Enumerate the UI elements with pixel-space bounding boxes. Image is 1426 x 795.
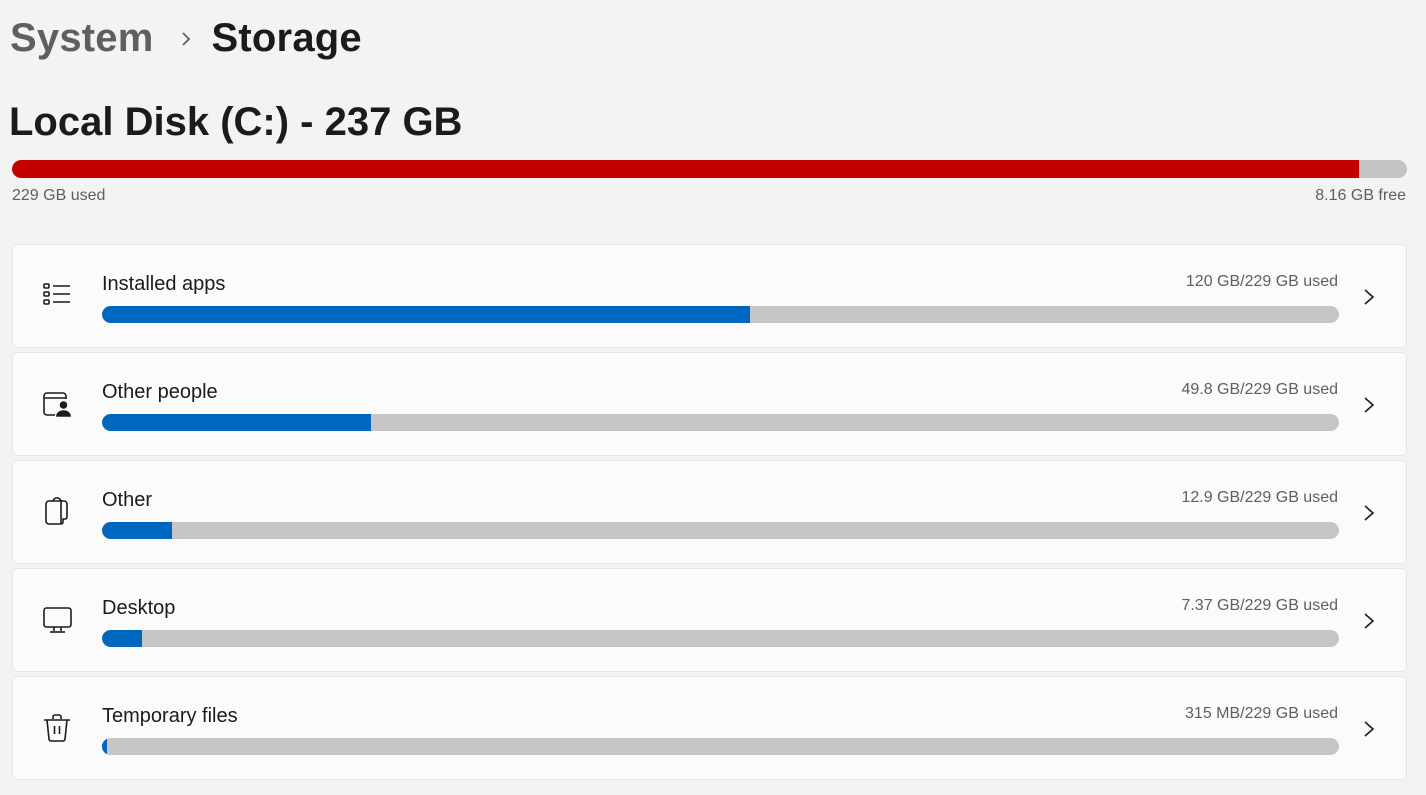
category-other-people[interactable]: Other people 49.8 GB/229 GB used bbox=[12, 352, 1407, 456]
chevron-right-icon bbox=[180, 30, 192, 48]
category-usage: 49.8 GB/229 GB used bbox=[1181, 381, 1338, 398]
category-usage-bar bbox=[102, 522, 1339, 539]
disk-title: Local Disk (C:) - 237 GB bbox=[9, 100, 463, 144]
category-usage-fill bbox=[102, 522, 172, 539]
other-people-icon bbox=[41, 388, 73, 420]
chevron-right-icon bbox=[1362, 719, 1376, 739]
desktop-icon bbox=[41, 604, 73, 636]
category-usage: 315 MB/229 GB used bbox=[1185, 705, 1338, 722]
category-temporary-files[interactable]: Temporary files 315 MB/229 GB used bbox=[12, 676, 1407, 780]
apps-list-icon bbox=[41, 280, 73, 312]
chevron-right-icon bbox=[1362, 395, 1376, 415]
category-usage-bar bbox=[102, 738, 1339, 755]
category-usage-fill bbox=[102, 738, 107, 755]
category-usage-fill bbox=[102, 414, 372, 431]
chevron-right-icon bbox=[1362, 503, 1376, 523]
category-other[interactable]: Other 12.9 GB/229 GB used bbox=[12, 460, 1407, 564]
page-title: Storage bbox=[211, 16, 362, 60]
category-usage-bar bbox=[102, 306, 1339, 323]
disk-used-label: 229 GB used bbox=[12, 187, 106, 204]
disk-usage-bar bbox=[12, 160, 1407, 178]
category-label: Other bbox=[102, 489, 153, 511]
breadcrumb: System Storage bbox=[10, 16, 362, 61]
category-label: Installed apps bbox=[102, 273, 226, 295]
category-usage: 12.9 GB/229 GB used bbox=[1181, 489, 1338, 506]
breadcrumb-system[interactable]: System bbox=[10, 16, 154, 61]
storage-categories: Installed apps 120 GB/229 GB used Other … bbox=[12, 244, 1407, 784]
category-usage-bar bbox=[102, 414, 1339, 431]
category-usage-fill bbox=[102, 630, 142, 647]
disk-free-label: 8.16 GB free bbox=[1315, 187, 1406, 204]
disk-usage-fill bbox=[12, 160, 1359, 178]
category-desktop[interactable]: Desktop 7.37 GB/229 GB used bbox=[12, 568, 1407, 672]
category-usage: 120 GB/229 GB used bbox=[1185, 273, 1338, 290]
category-label: Other people bbox=[102, 381, 218, 403]
chevron-right-icon bbox=[1362, 611, 1376, 631]
other-files-icon bbox=[41, 496, 73, 528]
trash-icon bbox=[41, 712, 73, 744]
chevron-right-icon bbox=[1362, 287, 1376, 307]
category-usage-bar bbox=[102, 630, 1339, 647]
category-usage-fill bbox=[102, 306, 751, 323]
category-usage: 7.37 GB/229 GB used bbox=[1181, 597, 1338, 614]
category-installed-apps[interactable]: Installed apps 120 GB/229 GB used bbox=[12, 244, 1407, 348]
category-label: Desktop bbox=[102, 597, 176, 619]
category-label: Temporary files bbox=[102, 705, 238, 727]
